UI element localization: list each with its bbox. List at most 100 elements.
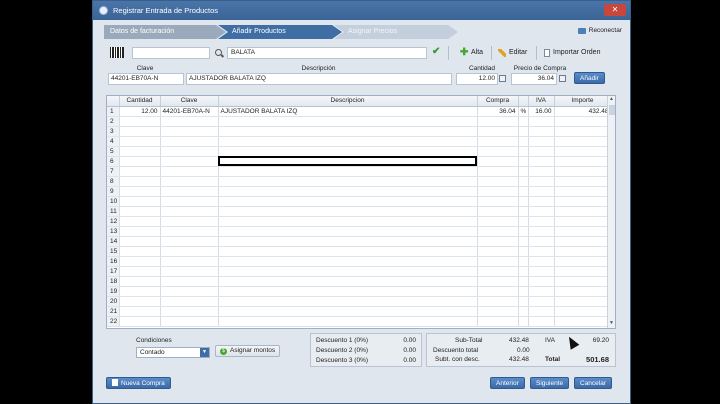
empty-cell[interactable] bbox=[218, 286, 478, 297]
empty-cell[interactable] bbox=[554, 226, 612, 237]
step-anadir-productos[interactable]: Añadir Productos bbox=[218, 25, 342, 39]
empty-cell[interactable] bbox=[160, 176, 219, 187]
empty-cell[interactable] bbox=[528, 296, 555, 307]
table-row[interactable]: 2 bbox=[107, 116, 612, 127]
empty-cell[interactable] bbox=[554, 176, 612, 187]
empty-cell[interactable] bbox=[477, 166, 519, 177]
descripcion-field[interactable]: AJUSTADOR BALATA IZQ bbox=[186, 73, 452, 85]
empty-cell[interactable] bbox=[554, 166, 612, 177]
empty-cell[interactable] bbox=[160, 226, 219, 237]
table-row[interactable]: 16 bbox=[107, 256, 612, 267]
empty-cell[interactable] bbox=[477, 286, 519, 297]
empty-cell[interactable] bbox=[477, 146, 519, 157]
cantidad-spin-icon[interactable] bbox=[499, 75, 506, 82]
table-row[interactable]: 5 bbox=[107, 146, 612, 157]
empty-cell[interactable] bbox=[477, 246, 519, 257]
empty-cell[interactable] bbox=[119, 236, 161, 247]
scroll-thumb[interactable] bbox=[609, 105, 615, 115]
empty-cell[interactable] bbox=[160, 246, 219, 257]
empty-cell[interactable] bbox=[218, 156, 478, 167]
empty-cell[interactable] bbox=[528, 286, 555, 297]
empty-cell[interactable] bbox=[119, 276, 161, 287]
empty-cell[interactable] bbox=[119, 136, 161, 147]
close-button[interactable]: ✕ bbox=[604, 4, 626, 16]
table-row[interactable]: 8 bbox=[107, 176, 612, 187]
empty-cell[interactable] bbox=[518, 116, 529, 127]
empty-cell[interactable] bbox=[119, 256, 161, 267]
empty-cell[interactable] bbox=[518, 266, 529, 277]
empty-cell[interactable] bbox=[160, 136, 219, 147]
empty-cell[interactable] bbox=[119, 226, 161, 237]
col-descripcion[interactable]: Descripcion bbox=[218, 96, 478, 107]
empty-cell[interactable] bbox=[528, 256, 555, 267]
empty-cell[interactable] bbox=[119, 266, 161, 277]
empty-cell[interactable] bbox=[218, 186, 478, 197]
empty-cell[interactable] bbox=[518, 146, 529, 157]
col-clave[interactable]: Clave bbox=[160, 96, 219, 107]
empty-cell[interactable] bbox=[218, 296, 478, 307]
empty-cell[interactable] bbox=[518, 196, 529, 207]
empty-cell[interactable] bbox=[119, 316, 161, 327]
empty-cell[interactable] bbox=[119, 206, 161, 217]
empty-cell[interactable] bbox=[528, 236, 555, 247]
empty-cell[interactable] bbox=[218, 266, 478, 277]
empty-cell[interactable] bbox=[528, 246, 555, 257]
empty-cell[interactable] bbox=[528, 216, 555, 227]
search-input[interactable]: BALATA bbox=[227, 47, 427, 59]
step-datos-facturacion[interactable]: Datos de facturación bbox=[104, 25, 226, 39]
empty-cell[interactable] bbox=[554, 256, 612, 267]
empty-cell[interactable] bbox=[554, 206, 612, 217]
search-icon[interactable] bbox=[215, 49, 222, 56]
empty-cell[interactable] bbox=[477, 266, 519, 277]
table-row[interactable]: 18 bbox=[107, 276, 612, 287]
empty-cell[interactable] bbox=[518, 216, 529, 227]
products-grid[interactable]: Cantidad Clave Descripcion Compra IVA Im… bbox=[106, 95, 616, 329]
empty-cell[interactable] bbox=[477, 256, 519, 267]
empty-cell[interactable] bbox=[554, 146, 612, 157]
empty-cell[interactable] bbox=[160, 236, 219, 247]
empty-cell[interactable] bbox=[119, 286, 161, 297]
scroll-up-icon[interactable]: ▲ bbox=[608, 96, 615, 104]
empty-cell[interactable] bbox=[518, 286, 529, 297]
empty-cell[interactable] bbox=[218, 276, 478, 287]
asignar-montos-button[interactable]: $ Asignar montos bbox=[215, 345, 281, 357]
empty-cell[interactable] bbox=[477, 206, 519, 217]
table-row[interactable]: 4 bbox=[107, 136, 612, 147]
empty-cell[interactable] bbox=[218, 306, 478, 317]
reconnect-button[interactable]: Reconectar bbox=[577, 27, 622, 34]
empty-cell[interactable] bbox=[528, 306, 555, 317]
empty-cell[interactable] bbox=[477, 226, 519, 237]
empty-cell[interactable] bbox=[160, 196, 219, 207]
empty-cell[interactable] bbox=[119, 246, 161, 257]
empty-cell[interactable] bbox=[518, 296, 529, 307]
col-cantidad[interactable]: Cantidad bbox=[119, 96, 161, 107]
cell-descripcion[interactable]: AJUSTADOR BALATA IZQ bbox=[218, 106, 478, 117]
table-row[interactable]: 14 bbox=[107, 236, 612, 247]
empty-cell[interactable] bbox=[218, 146, 478, 157]
table-row[interactable]: 10 bbox=[107, 196, 612, 207]
table-row[interactable]: 13 bbox=[107, 226, 612, 237]
empty-cell[interactable] bbox=[554, 306, 612, 317]
empty-cell[interactable] bbox=[518, 246, 529, 257]
empty-cell[interactable] bbox=[554, 236, 612, 247]
empty-cell[interactable] bbox=[518, 156, 529, 167]
table-row[interactable]: 12 bbox=[107, 216, 612, 227]
empty-cell[interactable] bbox=[518, 236, 529, 247]
alta-button[interactable]: ✚ Alta bbox=[460, 47, 483, 59]
empty-cell[interactable] bbox=[518, 176, 529, 187]
empty-cell[interactable] bbox=[160, 126, 219, 137]
empty-cell[interactable] bbox=[218, 166, 478, 177]
empty-cell[interactable] bbox=[160, 146, 219, 157]
empty-cell[interactable] bbox=[518, 126, 529, 137]
empty-cell[interactable] bbox=[554, 286, 612, 297]
empty-cell[interactable] bbox=[518, 226, 529, 237]
table-row[interactable]: 7 bbox=[107, 166, 612, 177]
table-row[interactable]: 3 bbox=[107, 126, 612, 137]
empty-cell[interactable] bbox=[477, 236, 519, 247]
empty-cell[interactable] bbox=[119, 146, 161, 157]
nueva-compra-button[interactable]: Nueva Compra bbox=[106, 377, 171, 389]
empty-cell[interactable] bbox=[160, 206, 219, 217]
empty-cell[interactable] bbox=[218, 176, 478, 187]
empty-cell[interactable] bbox=[528, 116, 555, 127]
cell-importe[interactable]: 432.48 bbox=[554, 106, 612, 117]
